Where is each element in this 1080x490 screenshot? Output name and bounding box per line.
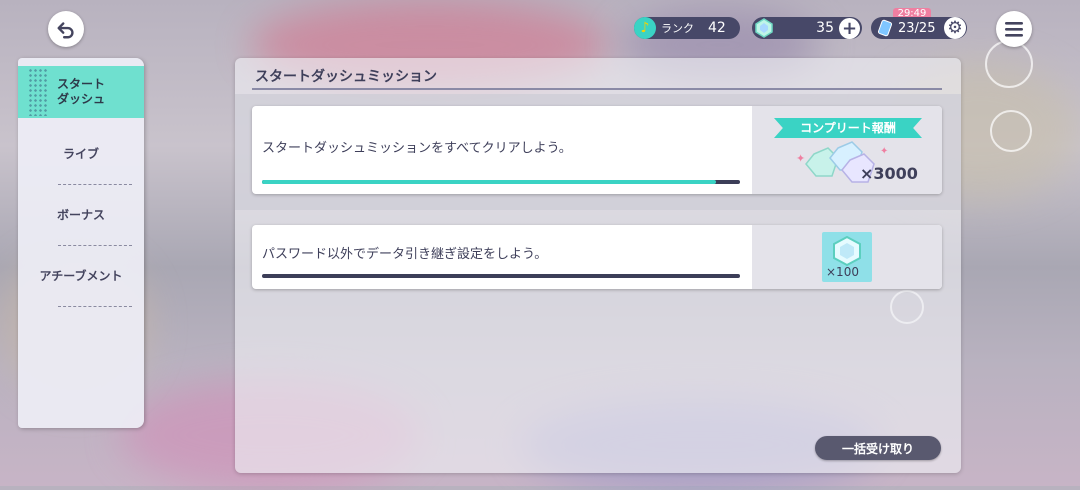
mission-card-complete: スタートダッシュミッションをすべてクリアしよう。 コンプリート報酬 ✦ ✦ ×3… — [252, 106, 942, 194]
ticket-icon — [877, 19, 893, 37]
sidebar-item-start-dash[interactable]: スタート ダッシュ — [18, 66, 144, 118]
dot-pattern — [28, 68, 48, 116]
sidebar-item-bonus[interactable]: ボーナス — [18, 185, 144, 245]
complete-reward-amount: ×3000 — [860, 164, 918, 183]
settings-button[interactable]: ⚙ — [944, 17, 966, 39]
mission-text: パスワード以外でデータ引き継ぎ設定をしよう。 — [262, 247, 548, 262]
rank-label: ランク — [661, 22, 694, 35]
gem-count: 35 — [816, 20, 834, 36]
page-title: スタートダッシュミッション — [255, 69, 437, 85]
reward-amount: ×100 — [826, 265, 859, 279]
claim-all-button[interactable]: 一括受け取り — [815, 436, 941, 460]
sidebar-item-label: ボーナス — [56, 207, 105, 222]
sidebar-item-label: アチーブメント — [39, 268, 123, 283]
sidebar-item-label: スタート ダッシュ — [56, 77, 105, 106]
reward-item: ×100 — [822, 232, 872, 282]
progress-fill — [262, 180, 717, 184]
mission-card: パスワード以外でデータ引き継ぎ設定をしよう。 ×100 — [252, 225, 942, 289]
hamburger-icon — [1005, 22, 1023, 37]
progress-bar — [262, 274, 740, 278]
music-note-icon: ♪ — [634, 17, 656, 39]
sidebar-item-achievement[interactable]: アチーブメント — [18, 246, 144, 306]
gem-icon — [755, 18, 773, 38]
gem-icon — [833, 236, 861, 266]
sidebar-item-label: ライブ — [62, 146, 99, 161]
rank-value: 42 — [708, 20, 726, 36]
add-gems-button[interactable]: + — [839, 18, 860, 39]
back-arrow-icon — [57, 22, 74, 39]
gear-icon: ⚙ — [947, 17, 963, 38]
banner-label: コンプリート報酬 — [800, 121, 896, 135]
complete-reward-banner: コンプリート報酬 — [774, 118, 922, 138]
divider — [58, 306, 132, 307]
mission-reward: ×100 — [752, 225, 942, 289]
complete-reward: コンプリート報酬 ✦ ✦ ×3000 — [752, 106, 942, 194]
mission-text: スタートダッシュミッションをすべてクリアしよう。 — [262, 141, 572, 156]
rank-display: ♪ ランク 42 — [634, 17, 740, 39]
progress-bar — [262, 180, 740, 184]
back-button[interactable] — [48, 11, 84, 47]
sidebar: スタート ダッシュ ライブ ボーナス アチーブメント — [18, 58, 144, 428]
claim-all-label: 一括受け取り — [841, 441, 914, 456]
menu-button[interactable] — [996, 11, 1032, 47]
svg-text:✦: ✦ — [796, 152, 805, 165]
plus-icon: + — [841, 17, 858, 39]
title-divider — [252, 88, 942, 90]
svg-text:✦: ✦ — [880, 146, 888, 157]
stamina-count: 23/25 — [898, 20, 936, 36]
sidebar-item-live[interactable]: ライブ — [18, 124, 144, 184]
